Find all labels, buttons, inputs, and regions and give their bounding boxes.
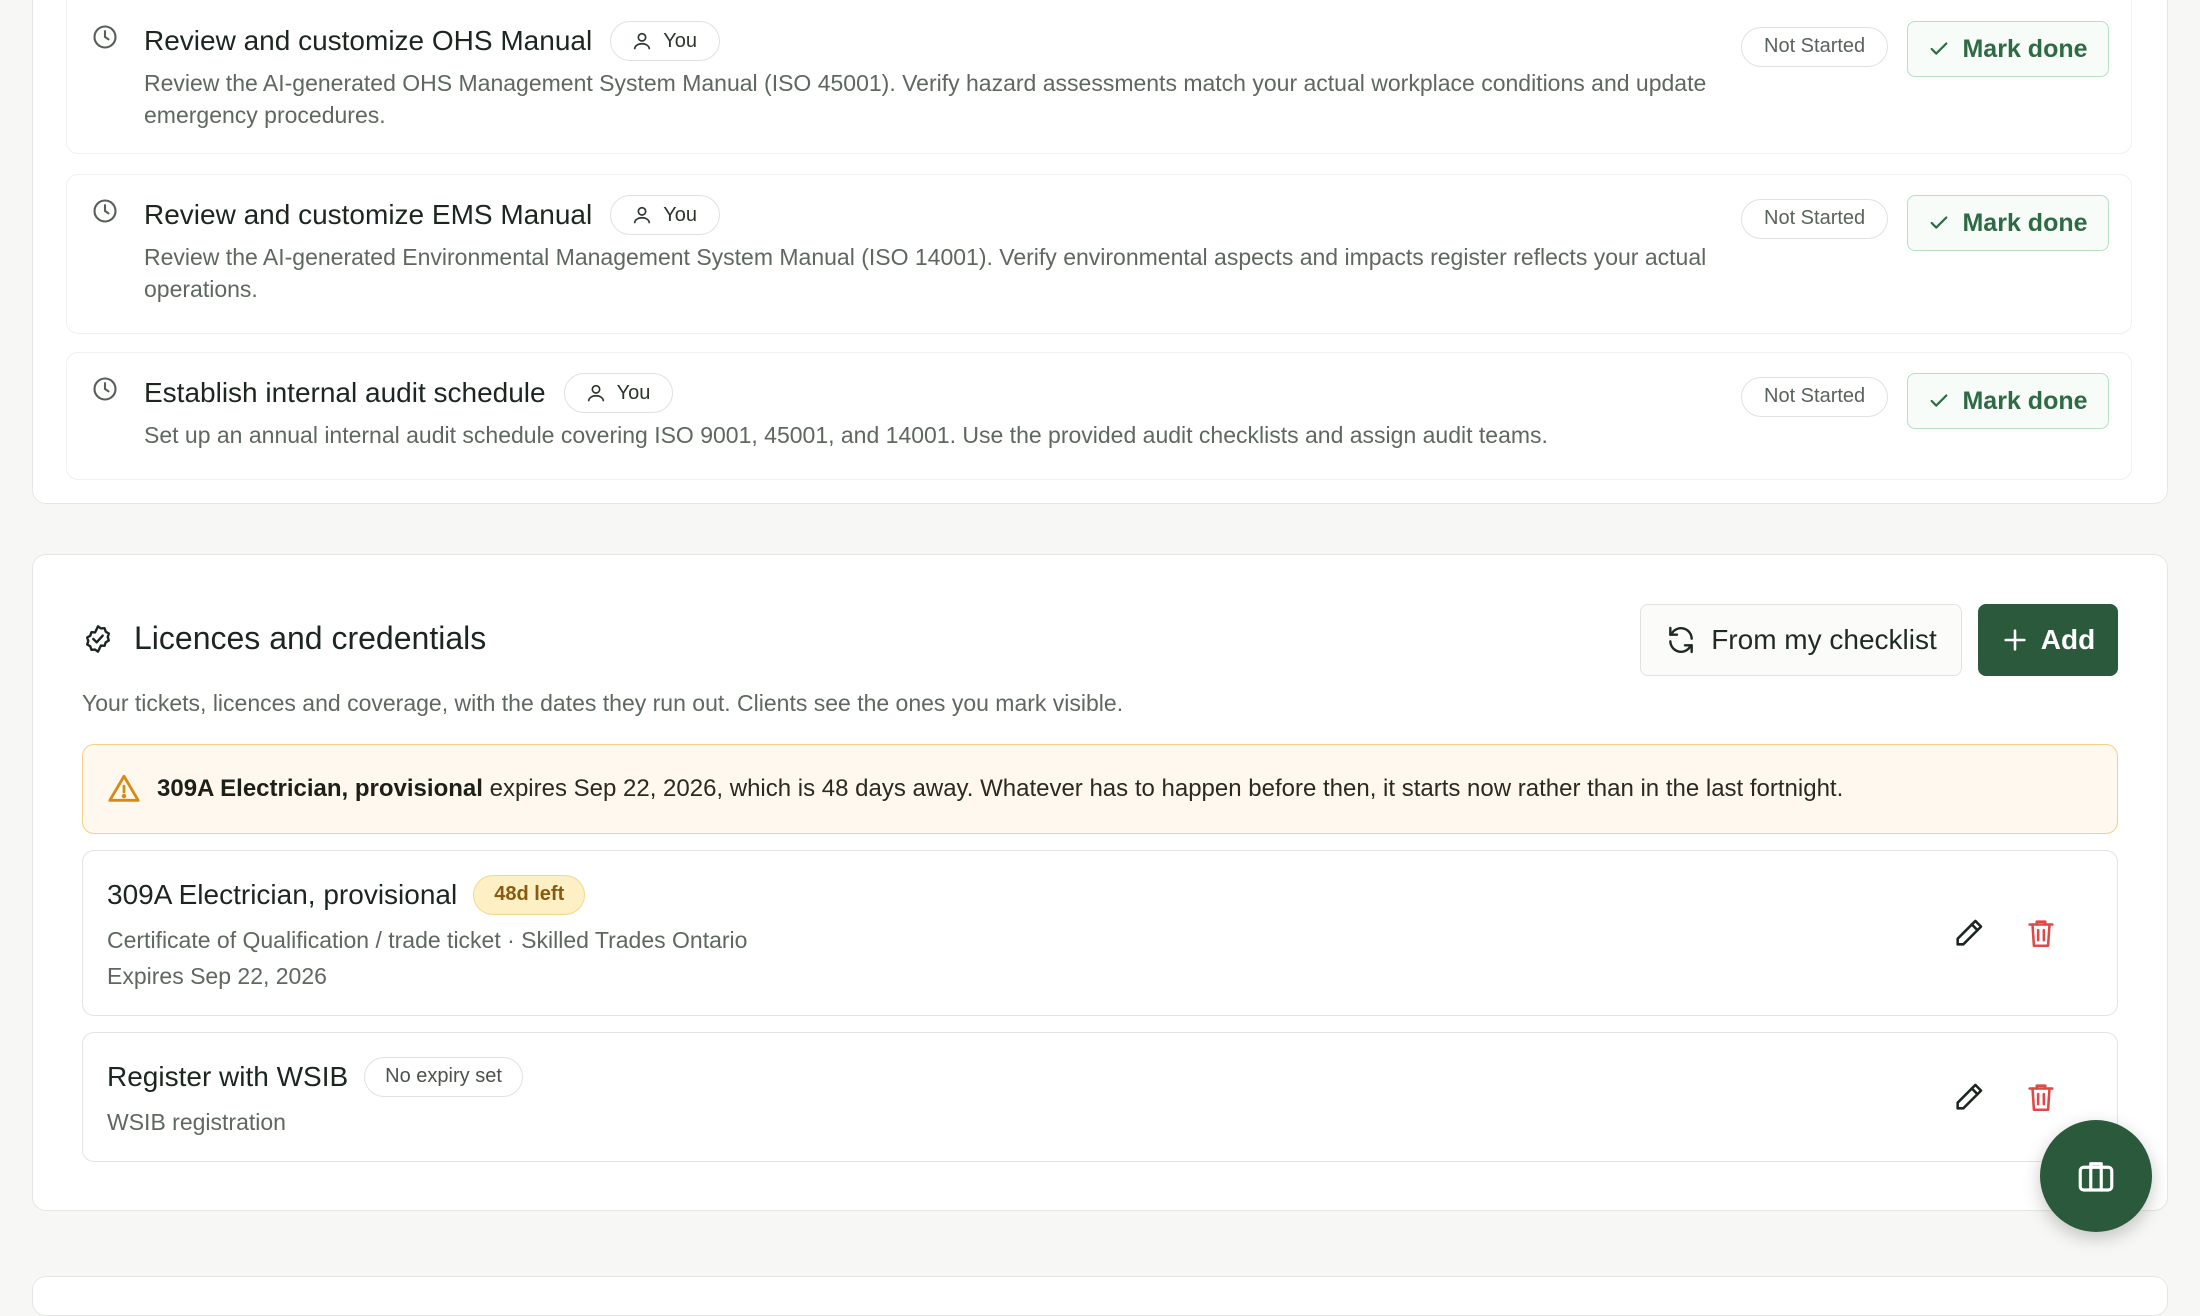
- from-checklist-label: From my checklist: [1711, 624, 1937, 655]
- assignee-pill: You: [610, 21, 720, 61]
- section-title: Licences and credentials: [134, 620, 487, 656]
- credential-detail: Certificate of Qualification / trade tic…: [107, 927, 748, 953]
- days-left-badge: 48d left: [473, 875, 586, 915]
- task-description: Review the AI-generated OHS Management S…: [144, 70, 1707, 128]
- status-badge: Not Started: [1741, 27, 1889, 67]
- warning-icon: [108, 774, 140, 802]
- next-section-card: [32, 1276, 2168, 1316]
- clock-icon: [93, 25, 117, 49]
- plus-icon: [2004, 629, 2026, 651]
- briefcase-icon: [2078, 1162, 2114, 1192]
- refresh-icon: [1669, 626, 1694, 654]
- task-item: Establish internal audit schedule You Se…: [66, 352, 2132, 480]
- user-icon: [587, 384, 604, 402]
- alert-message: expires Sep 22, 2026, which is 48 days a…: [482, 775, 1844, 802]
- credential-name: 309A Electrician, provisional: [107, 879, 458, 910]
- assignee-pill: You: [610, 195, 720, 235]
- assignee-pill: You: [563, 373, 674, 413]
- check-icon: [1931, 42, 1948, 55]
- licences-header: Licences and credentials: [82, 620, 486, 657]
- credential-item: 309A Electrician, provisional 48d left C…: [82, 850, 2118, 1016]
- delete-button[interactable]: [2019, 1075, 2063, 1119]
- credential-item: Register with WSIB No expiry set WSIB re…: [82, 1032, 2118, 1162]
- user-icon: [634, 32, 651, 50]
- clock-icon: [93, 377, 117, 401]
- task-title: Establish internal audit schedule: [144, 377, 546, 408]
- task-item: Review and customize OHS Manual You Revi…: [66, 0, 2132, 154]
- task-item: Review and customize EMS Manual You Revi…: [66, 174, 2132, 334]
- task-description: Review the AI-generated Environmental Ma…: [144, 244, 1707, 302]
- check-icon: [1931, 216, 1948, 229]
- mark-done-label: Mark done: [1962, 386, 2088, 415]
- status-badge: Not Started: [1741, 199, 1889, 239]
- credential-expiry: Expires Sep 22, 2026: [107, 963, 327, 989]
- alert-credential-name: 309A Electrician, provisional: [157, 775, 483, 802]
- user-icon: [634, 206, 651, 224]
- badge-check-icon: [86, 624, 110, 653]
- mark-done-button[interactable]: Mark done: [1907, 195, 2109, 251]
- status-badge: Not Started: [1741, 377, 1889, 417]
- expiry-alert: 309A Electrician, provisional expires Se…: [82, 744, 2118, 834]
- mark-done-label: Mark done: [1962, 208, 2088, 237]
- briefcase-fab-button[interactable]: [2040, 1120, 2152, 1232]
- pencil-icon: [1956, 1083, 1983, 1110]
- mark-done-label: Mark done: [1962, 34, 2088, 63]
- trash-icon: [2028, 1084, 2054, 1112]
- task-title: Review and customize EMS Manual: [144, 199, 593, 230]
- delete-button[interactable]: [2019, 911, 2063, 955]
- edit-button[interactable]: [1947, 1075, 1991, 1119]
- section-subtitle: Your tickets, licences and coverage, wit…: [82, 690, 1124, 716]
- mark-done-button[interactable]: Mark done: [1907, 373, 2109, 429]
- trash-icon: [2028, 920, 2054, 948]
- add-label: Add: [2040, 624, 2096, 655]
- from-checklist-button[interactable]: From my checklist: [1640, 604, 1962, 676]
- task-description: Set up an annual internal audit schedule…: [144, 422, 1548, 448]
- add-credential-button[interactable]: Add: [1978, 604, 2118, 676]
- mark-done-button[interactable]: Mark done: [1907, 21, 2109, 77]
- assignee-label: You: [663, 203, 697, 226]
- assignee-label: You: [663, 29, 697, 52]
- pencil-icon: [1956, 919, 1983, 946]
- credential-detail: WSIB registration: [107, 1109, 286, 1135]
- alert-text: 309A Electrician, provisional expires Se…: [157, 775, 1843, 803]
- task-title: Review and customize OHS Manual: [144, 25, 593, 56]
- expiry-badge: No expiry set: [364, 1057, 523, 1097]
- assignee-label: You: [616, 381, 651, 404]
- credential-name: Register with WSIB: [107, 1061, 349, 1092]
- check-icon: [1931, 394, 1948, 407]
- clock-icon: [93, 199, 117, 223]
- edit-button[interactable]: [1947, 911, 1991, 955]
